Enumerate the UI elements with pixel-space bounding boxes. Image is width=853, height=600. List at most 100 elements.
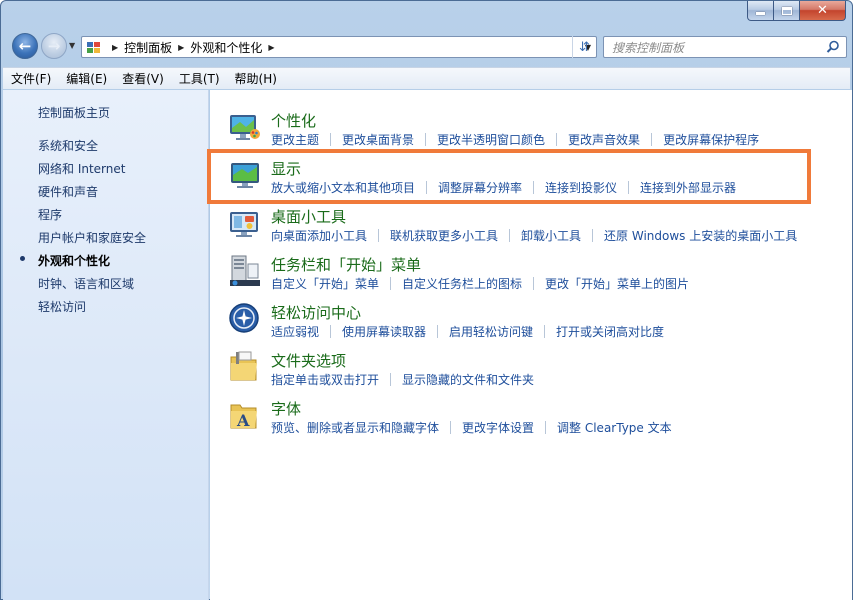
category-desktop-gadgets: 桌面小工具 向桌面添加小工具 联机获取更多小工具 卸载小工具 还原 Window… [210,206,850,250]
navigation-bar: ← → ▼ ▶ 控制面板 ▶ 外观和个性化 ▶ ▼ ⇵ 搜索控制面板 [9,31,847,63]
task-link[interactable]: 显示隐藏的文件和文件夹 [402,371,534,388]
back-arrow-icon: ← [18,37,32,55]
link-separator [425,133,427,146]
task-link[interactable]: 打开或关闭高对比度 [556,323,664,340]
task-link[interactable]: 自定义任务栏上的图标 [402,275,522,292]
task-link[interactable]: 更改主题 [271,131,319,148]
sidebar-item-clock-language[interactable]: 时钟、语言和区域 [38,275,134,292]
menu-file[interactable]: 文件(F) [11,70,51,87]
refresh-button[interactable]: ⇵ [572,36,596,58]
breadcrumb-control-panel[interactable]: 控制面板 [124,39,172,56]
task-link[interactable]: 更改声音效果 [568,131,640,148]
category-title[interactable]: 字体 [271,398,301,419]
task-link[interactable]: 更改桌面背景 [342,131,414,148]
task-link[interactable]: 预览、删除或者显示和隐藏字体 [271,419,439,436]
category-links: 适应弱视 使用屏幕读取器 启用轻松访问键 打开或关闭高对比度 [271,323,664,340]
category-taskbar-start-menu: 任务栏和「开始」菜单 自定义「开始」菜单 自定义任务栏上的图标 更改「开始」菜单… [210,254,850,298]
desktop-gadgets-icon[interactable] [228,206,262,240]
close-icon: ✕ [817,3,828,18]
forward-arrow-icon: → [47,37,61,55]
sidebar-item-ease-of-access[interactable]: 轻松访问 [38,298,86,315]
sidebar-item-programs[interactable]: 程序 [38,206,62,223]
category-ease-of-access: 轻松访问中心 适应弱视 使用屏幕读取器 启用轻松访问键 打开或关闭高对比度 [210,302,850,346]
sidebar-item-system-security[interactable]: 系统和安全 [38,137,98,154]
breadcrumb-appearance[interactable]: 外观和个性化 [190,39,262,56]
taskbar-icon[interactable] [228,254,262,288]
personalization-icon[interactable] [228,110,262,144]
category-title[interactable]: 个性化 [271,110,316,131]
category-links: 向桌面添加小工具 联机获取更多小工具 卸载小工具 还原 Windows 上安装的… [271,227,797,244]
task-link[interactable]: 启用轻松访问键 [449,323,533,340]
link-separator [533,277,535,290]
address-bar[interactable]: ▶ 控制面板 ▶ 外观和个性化 ▶ ▼ [81,36,597,58]
link-separator [450,421,452,434]
task-link[interactable]: 指定单击或双击打开 [271,371,379,388]
link-separator [330,325,332,338]
fonts-icon[interactable]: A [228,398,262,432]
refresh-icon: ⇵ [579,39,590,55]
category-title[interactable]: 文件夹选项 [271,350,346,371]
task-link[interactable]: 联机获取更多小工具 [390,227,498,244]
task-link[interactable]: 使用屏幕读取器 [342,323,426,340]
recent-pages-dropdown-icon[interactable]: ▼ [69,41,75,50]
task-link[interactable]: 还原 Windows 上安装的桌面小工具 [604,227,797,244]
link-separator [509,229,511,242]
sidebar: 控制面板主页 系统和安全 网络和 Internet 硬件和声音 程序 用户帐户和… [3,90,209,600]
control-panel-window: ✕ ← → ▼ ▶ 控制面板 ▶ 外观和个性化 ▶ ▼ ⇵ 搜索控制面板 文件(… [0,0,853,600]
link-separator [330,133,332,146]
task-link[interactable]: 更改半透明窗口颜色 [437,131,545,148]
link-separator [544,325,546,338]
search-placeholder: 搜索控制面板 [612,40,685,55]
back-button[interactable]: ← [12,33,38,59]
sidebar-item-hardware-sound[interactable]: 硬件和声音 [38,183,98,200]
sidebar-item-appearance[interactable]: 外观和个性化 [38,252,110,269]
menu-view[interactable]: 查看(V) [122,70,164,87]
task-link[interactable]: 卸载小工具 [521,227,581,244]
category-links: 自定义「开始」菜单 自定义任务栏上的图标 更改「开始」菜单上的图片 [271,275,689,292]
sidebar-item-user-accounts[interactable]: 用户帐户和家庭安全 [38,229,146,246]
sidebar-item-network[interactable]: 网络和 Internet [38,160,125,177]
task-link[interactable]: 自定义「开始」菜单 [271,275,379,292]
task-link[interactable]: 适应弱视 [271,323,319,340]
task-link[interactable]: 更改字体设置 [462,419,534,436]
link-separator [437,325,439,338]
breadcrumb-separator-icon[interactable]: ▶ [268,43,274,52]
link-separator [545,421,547,434]
category-title[interactable]: 桌面小工具 [271,206,346,227]
close-button[interactable]: ✕ [800,1,846,21]
breadcrumb-separator-icon[interactable]: ▶ [178,43,184,52]
category-personalization: 个性化 更改主题 更改桌面背景 更改半透明窗口颜色 更改声音效果 更改屏幕保护程… [210,110,850,154]
category-fonts: A 字体 预览、删除或者显示和隐藏字体 更改字体设置 调整 ClearType … [210,398,850,442]
ease-of-access-icon[interactable] [228,302,262,336]
category-links: 预览、删除或者显示和隐藏字体 更改字体设置 调整 ClearType 文本 [271,419,672,436]
category-links: 指定单击或双击打开 显示隐藏的文件和文件夹 [271,371,534,388]
maximize-icon [781,6,792,15]
link-separator [378,229,380,242]
link-separator [390,277,392,290]
link-separator [592,229,594,242]
task-link[interactable]: 调整 ClearType 文本 [557,419,672,436]
category-title[interactable]: 轻松访问中心 [271,302,361,323]
breadcrumb-separator-icon: ▶ [112,42,119,52]
link-separator [390,373,392,386]
task-link[interactable]: 向桌面添加小工具 [271,227,367,244]
active-bullet-icon [20,256,25,261]
minimize-button[interactable] [747,1,774,21]
category-title[interactable]: 任务栏和「开始」菜单 [271,254,421,275]
sidebar-home-link[interactable]: 控制面板主页 [38,104,110,121]
caption-buttons: ✕ [747,1,846,21]
link-separator [651,133,653,146]
menu-tools[interactable]: 工具(T) [179,70,220,87]
forward-button[interactable]: → [41,33,67,59]
minimize-icon [756,12,765,15]
menu-help[interactable]: 帮助(H) [235,70,277,87]
task-link[interactable]: 更改屏幕保护程序 [663,131,759,148]
menu-bar: 文件(F) 编辑(E) 查看(V) 工具(T) 帮助(H) [3,67,850,89]
search-icon[interactable] [826,40,840,57]
folder-options-icon[interactable] [228,350,262,384]
category-links: 更改主题 更改桌面背景 更改半透明窗口颜色 更改声音效果 更改屏幕保护程序 [271,131,759,148]
menu-edit[interactable]: 编辑(E) [66,70,107,87]
search-box[interactable]: 搜索控制面板 [603,36,847,58]
maximize-button[interactable] [774,1,800,21]
task-link[interactable]: 更改「开始」菜单上的图片 [545,275,689,292]
